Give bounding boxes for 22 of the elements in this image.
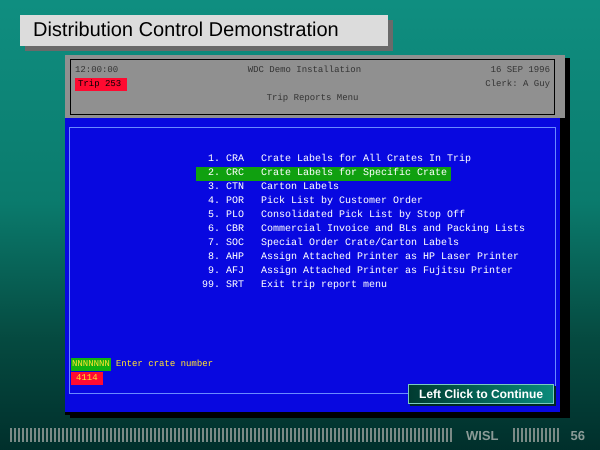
- menu-item[interactable]: 3. CTN Carton Labels: [196, 181, 344, 195]
- menu-item[interactable]: 99. SRT Exit trip report menu: [196, 279, 392, 293]
- time-text: 12:00:00: [75, 65, 118, 75]
- menu-item[interactable]: 4. POR Pick List by Customer Order: [196, 195, 428, 209]
- date-text: 16 SEP 1996: [490, 65, 550, 75]
- menu-item[interactable]: 9. AFJ Assign Attached Printer as Fujitsu Printer: [196, 265, 518, 279]
- prompt-label: Enter crate number: [116, 359, 214, 369]
- slide-title: Distribution Control Demonstration: [20, 15, 388, 46]
- menu-item[interactable]: 5. PLO Consolidated Pick List by Stop Off: [196, 209, 470, 223]
- barcode-drawing: [512, 428, 560, 442]
- org-name: WISL: [466, 428, 498, 442]
- continue-button[interactable]: Left Click to Continue: [408, 384, 554, 404]
- page-number: 56: [570, 428, 585, 442]
- menu-item[interactable]: 1. CRA Crate Labels for All Crates In Trip: [196, 153, 476, 167]
- menu-item[interactable]: 6. CBR Commercial Invoice and BLs and Packing Lists: [196, 223, 530, 237]
- field-mask: NNNNNNN: [71, 358, 111, 370]
- menu-title: Trip Reports Menu: [266, 93, 358, 103]
- trip-badge: Trip 253: [75, 78, 128, 90]
- menu-item[interactable]: 8. AHP Assign Attached Printer as HP Laser Printer: [196, 251, 524, 265]
- clerk-text: Clerk: A Guy: [485, 79, 550, 89]
- menu-item[interactable]: 7. SOC Special Order Crate/Carton Labels: [196, 237, 464, 251]
- system-name: WDC Demo Installation: [248, 65, 362, 75]
